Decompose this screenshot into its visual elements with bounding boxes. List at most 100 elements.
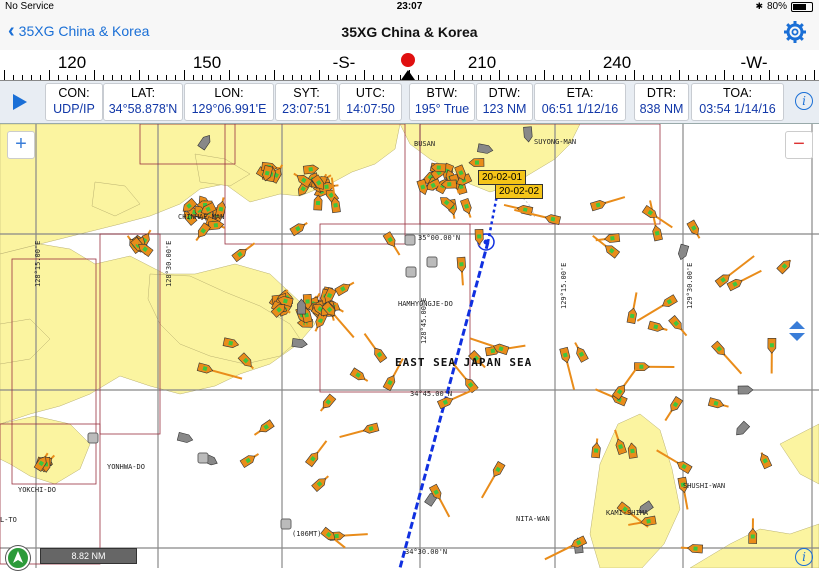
page-title: 35XG China & Korea — [0, 24, 819, 40]
compass-tick — [814, 70, 815, 80]
info-title: BTW: — [410, 86, 474, 100]
info-cell-con[interactable]: CON: UDP/IP — [45, 83, 103, 121]
info-cell-eta[interactable]: ETA: 06:51 1/12/16 — [534, 83, 626, 121]
zoom-in-button[interactable]: + — [7, 131, 35, 159]
compass-tick — [481, 75, 482, 80]
compass-tick — [283, 75, 284, 80]
chart-map[interactable]: 20-02-01 20-02-02 BUSAN SUYONG-MAN CHINH… — [0, 124, 819, 568]
info-cell-utc[interactable]: UTC: 14:07:50 — [339, 83, 402, 121]
compass-tick — [454, 70, 455, 80]
compass-tick — [157, 75, 158, 80]
compass-tick — [49, 70, 50, 80]
compass-tick — [211, 75, 212, 80]
compass-tick — [508, 75, 509, 80]
info-title: TOA: — [692, 86, 783, 100]
compass-tick — [670, 75, 671, 80]
waypoint-label[interactable]: 20-02-01 — [478, 170, 526, 185]
compass-tick — [292, 75, 293, 80]
compass-tick — [346, 75, 347, 80]
waypoint-label[interactable]: 20-02-02 — [495, 184, 543, 199]
longitude-label: 128°45.00'E — [420, 298, 428, 344]
vessel — [350, 368, 370, 385]
compass-tick — [553, 75, 554, 80]
compass-tick — [76, 75, 77, 80]
station-marker — [406, 267, 416, 277]
compass-tick — [301, 75, 302, 80]
compass-tick — [796, 75, 797, 80]
compass-label: -W- — [740, 53, 767, 73]
compass-tick — [202, 75, 203, 80]
latitude-label: 35°00.00'N — [418, 234, 460, 242]
zoom-out-button[interactable]: − — [785, 131, 813, 159]
station-marker — [405, 235, 415, 245]
vessel — [634, 363, 674, 371]
up-down-arrows-icon[interactable] — [788, 320, 806, 342]
info-cell-dtr[interactable]: DTR: 838 NM — [634, 83, 689, 121]
compass-tick — [355, 75, 356, 80]
compass-tick — [22, 75, 23, 80]
location-arrow-icon[interactable] — [6, 546, 30, 570]
place-name: YONHWA-DO — [107, 463, 145, 471]
longitude-label: 128°30.00'E — [165, 241, 173, 287]
battery-percent: 80% — [767, 1, 787, 12]
nav-info-bar: CON: UDP/IP LAT: 34°58.878'N LON: 129°06… — [0, 81, 819, 124]
info-cell-lat[interactable]: LAT: 34°58.878'N — [103, 83, 183, 121]
compass-tick — [382, 75, 383, 80]
info-icon[interactable]: i — [795, 92, 813, 110]
info-value: 129°06.991'E — [185, 102, 273, 116]
vessel — [318, 394, 336, 414]
compass-tick — [490, 75, 491, 80]
gear-icon[interactable] — [783, 20, 807, 44]
play-icon[interactable] — [11, 92, 29, 112]
info-cell-lon[interactable]: LON: 129°06.991'E — [184, 83, 274, 121]
compass-label: 120 — [58, 53, 86, 73]
compass-tick — [535, 75, 536, 80]
compass-tick — [616, 75, 617, 80]
vessel — [457, 257, 467, 286]
status-bar: No Service 23:07 ✱ 80% — [0, 0, 819, 14]
info-cell-toa[interactable]: TOA: 03:54 1/14/16 — [691, 83, 784, 121]
chart-canvas[interactable] — [0, 124, 819, 568]
info-icon[interactable]: i — [795, 548, 813, 566]
compass-tick — [436, 75, 437, 80]
compass-tick — [229, 70, 230, 80]
place-name: YOKCHI-DO — [18, 486, 56, 494]
compass-tick — [220, 75, 221, 80]
compass-tick — [805, 75, 806, 80]
info-title: LON: — [185, 86, 273, 100]
info-title: LAT: — [104, 86, 182, 100]
compass-tick — [247, 75, 248, 80]
place-name: CHINHAE MAN — [178, 213, 224, 221]
info-cell-syt[interactable]: SYT: 23:07:51 — [275, 83, 338, 121]
compass-tick — [94, 70, 95, 80]
compass-tick — [310, 75, 311, 80]
place-name: NITA-WAN — [516, 515, 550, 523]
compass-tick — [751, 75, 752, 80]
compass-tape[interactable]: 120 150 -S- 210 240 -W- — [0, 50, 819, 81]
land-areas — [0, 124, 819, 568]
compass-tick — [13, 75, 14, 80]
info-value: 838 NM — [635, 102, 688, 116]
compass-tick — [238, 75, 239, 80]
compass-tick — [769, 70, 770, 80]
info-value: 06:51 1/12/16 — [535, 102, 625, 116]
vessel-stationary — [292, 338, 308, 348]
vessel — [305, 438, 329, 466]
vessel — [240, 451, 261, 468]
vessel — [560, 347, 578, 390]
latitude-label: 34°30.00'N — [405, 548, 447, 556]
compass-tick — [526, 75, 527, 80]
vessel — [768, 338, 776, 373]
info-value: UDP/IP — [46, 102, 102, 116]
compass-tick — [679, 70, 680, 80]
vessel — [193, 223, 211, 243]
info-cell-btw[interactable]: BTW: 195° True — [409, 83, 475, 121]
info-cell-dtw[interactable]: DTW: 123 NM — [476, 83, 533, 121]
place-name: SHUSHI-WAN — [683, 482, 725, 490]
station-marker — [427, 257, 437, 267]
heading-marker-icon — [397, 52, 419, 80]
info-title: DTR: — [635, 86, 688, 100]
info-value: 34°58.878'N — [104, 102, 182, 116]
compass-tick — [643, 75, 644, 80]
compass-tick — [256, 75, 257, 80]
